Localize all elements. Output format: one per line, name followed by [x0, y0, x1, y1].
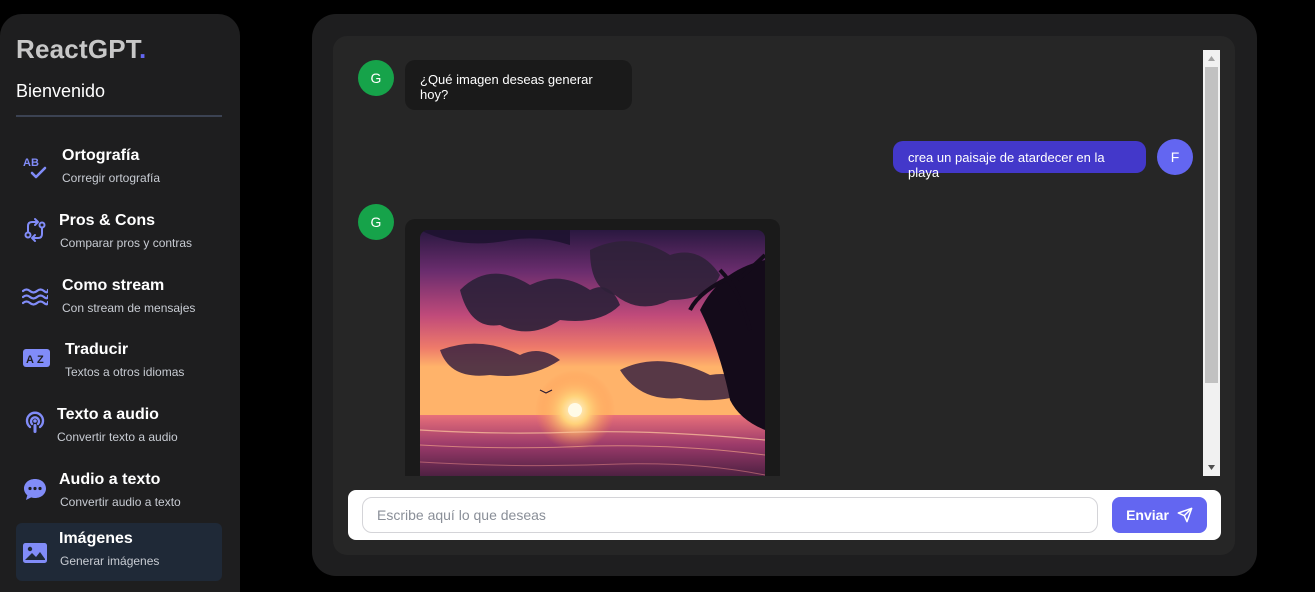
user-message: crea un paisaje de atardecer en la playa [893, 141, 1146, 180]
main-panel: G ¿Qué imagen deseas generar hoy? crea u… [312, 14, 1257, 576]
bot-avatar: G [358, 60, 394, 96]
brand-dot: . [138, 34, 147, 64]
sidebar-item-title: Como stream [62, 277, 165, 294]
waves-icon [22, 288, 48, 306]
sidebar-item-title: Imágenes [59, 530, 133, 547]
send-button-label: Enviar [1126, 507, 1169, 523]
sidebar-item-traducir[interactable]: A Z Traducir Textos a otros idiomas [16, 334, 222, 392]
chat-scrollbar[interactable] [1203, 50, 1220, 476]
send-button[interactable]: Enviar [1112, 497, 1207, 533]
image-icon [23, 543, 47, 563]
scroll-up-arrow-icon[interactable] [1203, 50, 1220, 67]
sidebar-item-subtitle: Comparar pros y contras [60, 236, 193, 250]
sidebar-item-imagenes[interactable]: Imágenes Generar imágenes [16, 523, 222, 581]
podcast-icon [25, 411, 45, 433]
sidebar-item-subtitle: Generar imágenes [60, 554, 160, 568]
sidebar-divider [16, 115, 222, 117]
spellcheck-icon: AB [23, 157, 47, 179]
welcome-text: Bienvenido [16, 81, 106, 101]
paper-plane-icon [1177, 507, 1193, 523]
compare-arrows-icon [24, 218, 46, 242]
sidebar-item-texto-a-audio[interactable]: Texto a audio Convertir texto a audio [16, 399, 222, 457]
bot-avatar: G [358, 204, 394, 240]
brand-name: ReactGPT [16, 34, 139, 64]
brand-logo: ReactGPT. [16, 34, 146, 65]
sidebar: ReactGPT. Bienvenido AB Ortografía Corre… [0, 14, 240, 592]
sidebar-item-title: Ortografía [62, 147, 140, 164]
sidebar-item-title: Pros & Cons [59, 212, 156, 229]
message-text: ¿Qué imagen deseas generar hoy? [420, 72, 593, 102]
message-list: G ¿Qué imagen deseas generar hoy? crea u… [333, 50, 1221, 476]
scrollbar-thumb[interactable] [1205, 67, 1218, 383]
sidebar-item-subtitle: Convertir texto a audio [57, 430, 178, 444]
sidebar-item-title: Traducir [65, 341, 129, 358]
svg-text:A: A [26, 354, 34, 366]
sidebar-item-ortografia[interactable]: AB Ortografía Corregir ortografía [16, 140, 222, 198]
message-input[interactable] [362, 497, 1098, 533]
sidebar-item-subtitle: Corregir ortografía [62, 171, 161, 185]
svg-text:Z: Z [37, 354, 44, 366]
svg-text:AB: AB [23, 157, 39, 169]
bot-message: ¿Qué imagen deseas generar hoy? [405, 60, 632, 110]
message-text: crea un paisaje de atardecer en la playa [908, 150, 1105, 180]
sidebar-item-audio-a-texto[interactable]: Audio a texto Convertir audio a texto [16, 464, 222, 522]
sidebar-item-title: Texto a audio [57, 406, 159, 423]
chat-container: G ¿Qué imagen deseas generar hoy? crea u… [333, 36, 1235, 555]
sidebar-item-pros-cons[interactable]: Pros & Cons Comparar pros y contras [16, 205, 222, 263]
sidebar-item-subtitle: Con stream de mensajes [62, 301, 196, 315]
sunset-beach-image[interactable] [420, 230, 765, 476]
bot-image-message [405, 219, 780, 476]
sidebar-item-como-stream[interactable]: Como stream Con stream de mensajes [16, 270, 222, 328]
translate-icon: A Z [23, 349, 50, 367]
user-avatar: F [1157, 139, 1193, 175]
sidebar-item-title: Audio a texto [59, 471, 161, 488]
message-composer: Enviar [348, 490, 1221, 540]
chat-bubble-icon [24, 479, 46, 500]
sidebar-item-subtitle: Textos a otros idiomas [65, 365, 185, 379]
sidebar-item-subtitle: Convertir audio a texto [60, 495, 181, 509]
scroll-down-arrow-icon[interactable] [1203, 459, 1220, 476]
